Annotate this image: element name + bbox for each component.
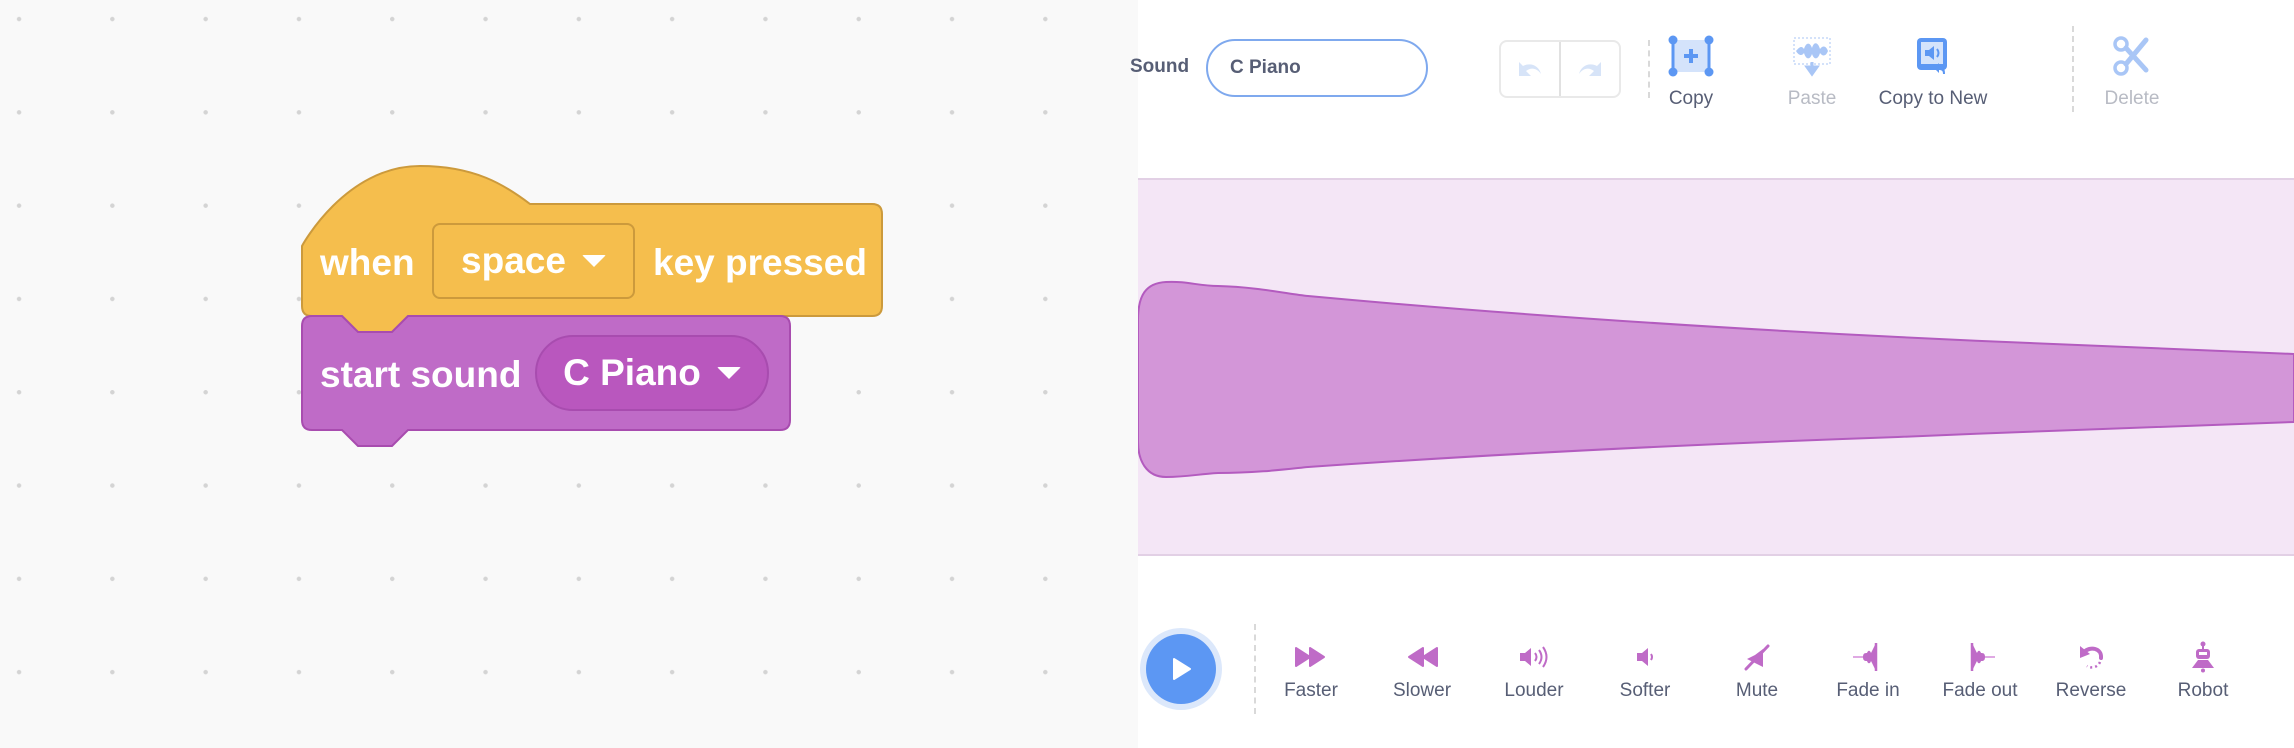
effect-reverse-button[interactable]: Reverse (2036, 640, 2146, 702)
hat-block-suffix-label: key pressed (653, 242, 867, 283)
effect-mute-button[interactable]: Mute (1702, 640, 1812, 702)
undo-redo-group (1499, 40, 1621, 98)
volume-up-icon (1520, 646, 1548, 668)
effect-louder-button[interactable]: Louder (1479, 640, 1589, 702)
play-button[interactable] (1140, 628, 1222, 710)
sound-dropdown[interactable]: C Piano (535, 335, 769, 411)
sound-name-input[interactable] (1206, 39, 1428, 97)
effect-reverse-label: Reverse (2055, 680, 2127, 701)
copy-to-new-label: Copy to New (1878, 88, 1988, 109)
sound-editor: Sound Copy (1130, 0, 2294, 748)
fast-forward-icon (1295, 647, 1325, 667)
reverse-icon (2080, 646, 2103, 669)
delete-button[interactable]: Delete (2072, 32, 2192, 110)
waveform-svg (1138, 280, 2294, 479)
effect-louder-label: Louder (1504, 680, 1564, 701)
undo-icon (1519, 62, 1541, 76)
robot-icon (2192, 641, 2214, 673)
paste-icon (1793, 37, 1831, 77)
effect-fade-in-label: Fade in (1836, 680, 1900, 701)
paste-button[interactable]: Paste (1752, 32, 1872, 110)
dropdown-caret-icon (581, 255, 606, 267)
effect-softer-label: Softer (1619, 680, 1671, 701)
effect-slower-label: Slower (1392, 680, 1452, 701)
play-icon (1173, 658, 1191, 680)
effect-fade-out-label: Fade out (1942, 680, 2018, 701)
fade-out-icon (1970, 643, 1995, 671)
pane-divider (1128, 0, 1138, 748)
effect-mute-label: Mute (1735, 680, 1779, 701)
copy-button[interactable]: Copy (1631, 32, 1751, 110)
copy-label: Copy (1668, 88, 1714, 109)
redo-button[interactable] (1559, 42, 1619, 96)
sound-name-label: Sound (1130, 56, 1190, 77)
volume-down-icon (1637, 648, 1653, 666)
effect-softer-button[interactable]: Softer (1590, 640, 1700, 702)
effect-robot-label: Robot (2177, 680, 2229, 701)
undo-button[interactable] (1501, 42, 1559, 96)
redo-icon (1579, 62, 1601, 76)
effect-fade-out-button[interactable]: Fade out (1925, 640, 2035, 702)
key-dropdown-value: space (461, 240, 566, 281)
code-workspace[interactable]: when space key pressed start sound C Pia… (0, 0, 1128, 748)
mute-icon (1744, 644, 1770, 671)
dropdown-caret-icon (716, 367, 741, 379)
effect-faster-label: Faster (1284, 680, 1338, 701)
copy-icon (1668, 35, 1714, 77)
copy-to-new-icon (1917, 38, 1947, 74)
paste-label: Paste (1787, 88, 1837, 109)
effect-faster-button[interactable]: Faster (1256, 640, 1366, 702)
start-sound-label: start sound (320, 354, 522, 395)
rewind-icon (1408, 647, 1438, 667)
effect-fade-in-button[interactable]: Fade in (1813, 640, 1923, 702)
waveform-shape (1138, 280, 2294, 479)
hat-block-when-label: when (320, 242, 415, 283)
key-dropdown[interactable]: space (432, 223, 635, 299)
scissors-icon (2113, 36, 2149, 76)
sound-dropdown-value: C Piano (563, 352, 701, 393)
waveform-area[interactable] (1138, 178, 2294, 556)
effect-slower-button[interactable]: Slower (1367, 640, 1477, 702)
copy-to-new-button[interactable]: Copy to New (1873, 32, 1993, 110)
effect-robot-button[interactable]: Robot (2148, 640, 2258, 702)
fade-in-icon (1853, 643, 1878, 671)
delete-label: Delete (2104, 88, 2160, 109)
